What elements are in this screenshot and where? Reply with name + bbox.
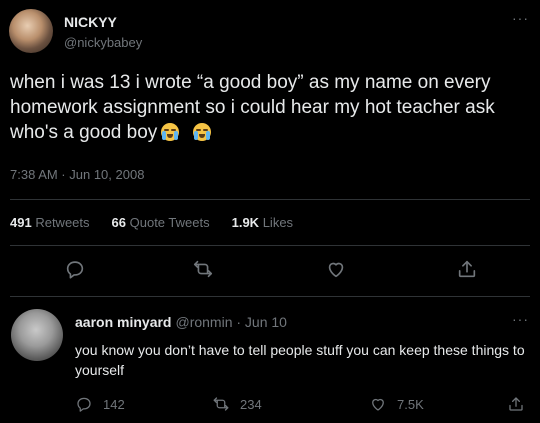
retweets-count: 491: [10, 215, 32, 230]
reply-text: you know you don’t have to tell people s…: [75, 342, 525, 378]
retweets-stat[interactable]: 491 Retweets: [10, 215, 90, 230]
loudly-crying-face-icon: [193, 123, 212, 141]
quote-tweets-count: 66: [111, 215, 126, 230]
divider: [10, 245, 530, 246]
like-icon[interactable]: [325, 258, 347, 280]
more-options-icon[interactable]: ···: [512, 311, 529, 327]
avatar[interactable]: [11, 309, 63, 361]
avatar[interactable]: [9, 9, 53, 53]
quote-tweets-label: Quote Tweets: [129, 215, 210, 230]
share-button[interactable]: [507, 395, 535, 413]
reply-header: aaron minyard @ronmin · Jun 10: [75, 314, 287, 330]
handle[interactable]: @nickybabey: [64, 35, 142, 50]
divider: [10, 296, 530, 297]
timestamp[interactable]: 7:38 AM · Jun 10, 2008: [10, 167, 144, 182]
reply-icon[interactable]: [64, 258, 86, 280]
like-count: 7.5K: [397, 396, 424, 412]
retweet-count-button[interactable]: 234: [212, 395, 262, 413]
likes-label: Likes: [262, 215, 294, 230]
share-icon: [509, 397, 523, 411]
retweets-label: Retweets: [35, 215, 90, 230]
likes-count: 1.9K: [231, 215, 260, 230]
divider: [10, 199, 530, 200]
like-icon: [372, 398, 384, 411]
reply-icon: [77, 397, 91, 412]
tweet-stats: 491 Retweets 66 Quote Tweets 1.9K Likes: [10, 215, 315, 230]
retweet-icon: [213, 397, 229, 411]
loudly-crying-face-icon: [161, 123, 180, 141]
more-options-icon[interactable]: ···: [512, 10, 529, 26]
retweet-icon[interactable]: [192, 258, 214, 280]
share-icon[interactable]: [456, 258, 478, 280]
reply-count: 142: [103, 396, 125, 412]
tweet-text: when i was 13 i wrote “a good boy” as my…: [10, 70, 510, 145]
like-count-button[interactable]: 7.5K: [369, 395, 424, 413]
quote-tweets-stat[interactable]: 66 Quote Tweets: [112, 215, 210, 230]
reply-count-button[interactable]: 142: [75, 395, 125, 413]
tweet-body: when i was 13 i wrote “a good boy” as my…: [10, 72, 495, 143]
reply-display-name[interactable]: aaron minyard: [75, 314, 171, 330]
retweet-count: 234: [240, 396, 262, 412]
display-name[interactable]: NICKYY: [64, 14, 117, 30]
reply-handle-date[interactable]: @ronmin · Jun 10: [175, 314, 286, 330]
likes-stat[interactable]: 1.9K Likes: [232, 215, 293, 230]
